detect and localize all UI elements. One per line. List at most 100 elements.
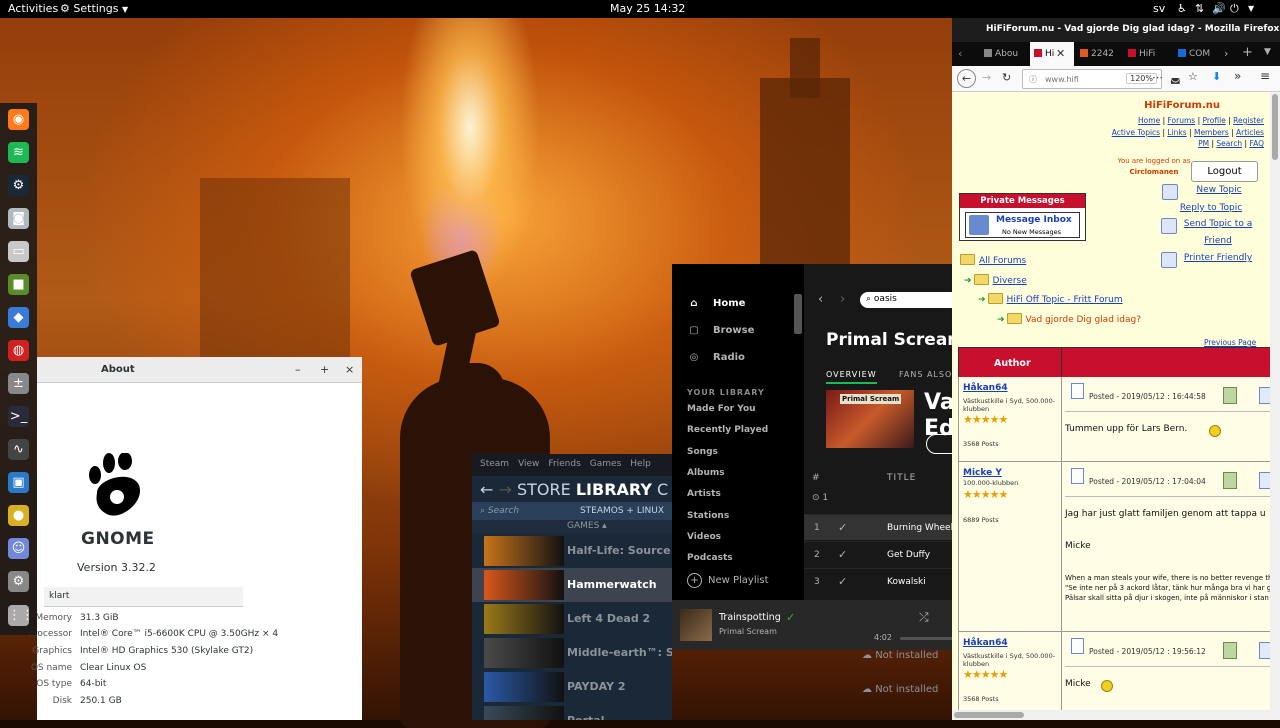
steam-menu-item[interactable]: Games [590, 459, 621, 469]
email-icon[interactable] [1259, 387, 1270, 404]
new-topic-icon[interactable] [1162, 184, 1178, 200]
close-button[interactable]: × [345, 363, 354, 376]
library-item[interactable]: Made For You [687, 404, 756, 414]
volume-icon[interactable]: 🔊 [1212, 2, 1226, 15]
post-author[interactable]: Micke Y [963, 468, 1002, 478]
maximize-button[interactable]: + [320, 363, 329, 376]
forward-arrow-icon[interactable]: → [499, 480, 518, 499]
dock-item-folder[interactable]: ▭ [8, 241, 29, 262]
saved-check-icon[interactable]: ✓ [786, 611, 795, 624]
tab-close-icon[interactable]: ✕ [1056, 47, 1065, 60]
game-row[interactable]: Middle-earth™: Shadow of Mordor™ [472, 636, 672, 670]
games-header[interactable]: GAMES ▴ [472, 520, 672, 534]
activities-button[interactable]: Activities [8, 2, 58, 15]
horizontal-scrollbar[interactable] [952, 710, 1280, 720]
back-button[interactable]: ← [957, 69, 976, 88]
previous-page-link[interactable]: Previous Page [1204, 338, 1256, 347]
network-icon[interactable]: ⇅ [1195, 2, 1204, 15]
forum-link-pm[interactable]: PM [1198, 139, 1209, 148]
email-icon[interactable] [1259, 642, 1270, 659]
dock-item-monitor[interactable]: ∿ [8, 439, 29, 460]
steam-search-input[interactable]: Search [488, 506, 519, 516]
tab-overview[interactable]: OVERVIEW [826, 370, 877, 384]
dock-item-gear[interactable]: ⚙ [8, 571, 29, 592]
forum-link-faq[interactable]: FAQ [1249, 139, 1264, 148]
hamburger-menu-icon[interactable]: ≡ [1260, 69, 1270, 83]
steam-menu-item[interactable]: Friends [548, 459, 580, 469]
back-arrow-icon[interactable]: ← [480, 480, 493, 499]
now-playing-cover[interactable] [680, 609, 712, 641]
page-actions-icon[interactable]: ⋯ [1152, 71, 1163, 84]
action-reply-to-topic[interactable]: Reply to Topic [1180, 203, 1242, 213]
url-bar[interactable]: ⓘ www.hifi 120% [1022, 69, 1162, 89]
track-row[interactable]: 3 ✓ Kowalski [804, 568, 952, 594]
tab-scroll-right-icon[interactable]: › [1224, 47, 1228, 60]
scrollbar-thumb[interactable] [1272, 94, 1278, 160]
tab-scroll-left-icon[interactable]: ‹ [958, 47, 962, 60]
steam-community-tab[interactable]: C [657, 480, 668, 499]
sidebar-item-browse[interactable]: ▢ Browse [687, 325, 754, 336]
profile-icon[interactable] [1223, 387, 1237, 404]
dock-item-terminal[interactable]: >_ [8, 406, 29, 427]
system-menu-chevron-icon[interactable]: ▼ [1248, 4, 1254, 13]
forum-link-register[interactable]: Register [1233, 116, 1264, 125]
device-name-field[interactable]: klart [44, 587, 243, 607]
tab-fans-also-like[interactable]: FANS ALSO [899, 370, 952, 379]
forum-link-search[interactable]: Search [1216, 139, 1242, 148]
now-playing-artist[interactable]: Primal Scream [719, 627, 777, 636]
tab-item[interactable]: Abou [980, 42, 1022, 66]
site-title[interactable]: HiFiForum.nu [952, 100, 1270, 111]
dock-item-camera[interactable]: ◙ [8, 208, 29, 229]
tab-list-chevron-icon[interactable]: ▼ [1264, 47, 1271, 57]
message-inbox-button[interactable]: Message Inbox No New Messages [965, 212, 1080, 238]
forum-link-links[interactable]: Links [1167, 128, 1186, 137]
game-row[interactable]: PAYDAY 2 [472, 670, 672, 704]
more-tools-icon[interactable]: » [1234, 69, 1241, 83]
track-row[interactable]: 1 ✓ Burning Wheel [804, 514, 952, 540]
back-chevron-icon[interactable]: ‹ [818, 292, 823, 307]
send-topic-icon[interactable] [1161, 218, 1177, 234]
forum-link-forums[interactable]: Forums [1168, 116, 1196, 125]
breadcrumb-link[interactable]: All Forums [979, 256, 1026, 266]
settings-app-menu[interactable]: ⚙ Settings ▼ [60, 2, 128, 15]
keyboard-language[interactable]: sv [1153, 2, 1165, 15]
clock[interactable]: May 25 14:32 [610, 2, 685, 15]
shuffle-icon[interactable]: ⤮ [919, 610, 929, 625]
dock-item-grid[interactable]: ⋮⋮ [8, 605, 34, 626]
action-printer-friendly[interactable]: Printer Friendly [1184, 253, 1252, 263]
forum-link-home[interactable]: Home [1138, 116, 1160, 125]
forward-chevron-icon[interactable]: › [840, 292, 845, 307]
forum-link-members[interactable]: Members [1194, 128, 1229, 137]
reload-button[interactable]: ↻ [1002, 71, 1011, 84]
new-playlist-button[interactable]: + New Playlist [687, 573, 769, 588]
library-item[interactable]: Recently Played [687, 425, 768, 435]
downloads-icon[interactable]: ⬇ [1212, 70, 1221, 83]
dock-item-calculator[interactable]: ± [8, 373, 29, 394]
steam-menu-item[interactable]: Help [630, 459, 651, 469]
logout-button[interactable]: Logout [1191, 161, 1258, 182]
spotify-search-input[interactable]: ⌕ oasis [860, 292, 952, 308]
new-tab-button[interactable]: + [1242, 45, 1253, 60]
about-titlebar[interactable]: About – + × [37, 357, 362, 383]
library-item[interactable]: Podcasts [687, 553, 733, 563]
dock-item-spotify[interactable]: ≋ [8, 142, 29, 163]
minimize-button[interactable]: – [295, 363, 301, 376]
dock-item-ubuntu[interactable]: ◍ [8, 340, 29, 361]
post-author[interactable]: Håkan64 [963, 383, 1008, 393]
steam-store-tab[interactable]: STORE [517, 480, 571, 499]
firefox-titlebar[interactable]: HiFiForum.nu - Vad gjorde Dig glad idag?… [952, 18, 1280, 42]
tab-hififorum-active[interactable]: Hi [1030, 42, 1074, 66]
dock-item-ball[interactable]: ● [8, 505, 29, 526]
dock-item-screen[interactable]: ▣ [8, 472, 29, 493]
email-icon[interactable] [1259, 472, 1270, 489]
steam-menu-item[interactable]: Steam [480, 459, 509, 469]
pocket-icon[interactable]: ◛ [1170, 71, 1181, 84]
dock-item-firefox[interactable]: ◉ [8, 109, 29, 130]
game-row[interactable]: Portal [472, 704, 672, 720]
profile-icon[interactable] [1223, 472, 1237, 489]
platform-filter[interactable]: STEAMOS + LINUX [580, 506, 664, 516]
saved-check-icon[interactable]: ✓ [838, 521, 847, 534]
accessibility-icon[interactable]: ♿ [1177, 2, 1187, 15]
steam-menu-item[interactable]: View [518, 459, 539, 469]
action-send-topic-to-a-friend[interactable]: Send Topic to a Friend [1184, 219, 1252, 246]
